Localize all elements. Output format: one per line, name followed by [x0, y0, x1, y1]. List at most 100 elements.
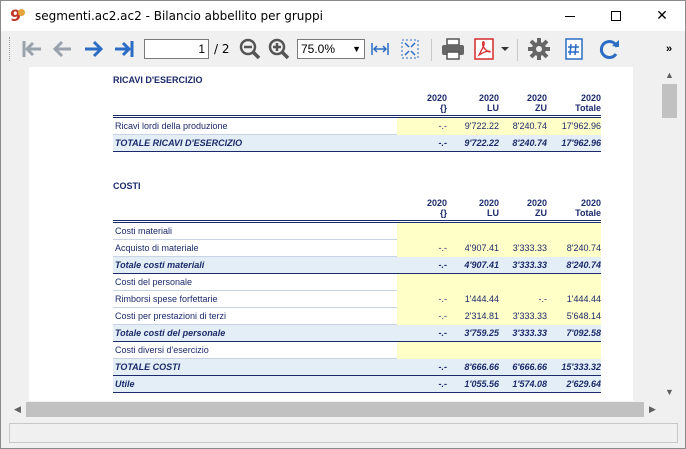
- cell-value: 8'240.74: [512, 138, 547, 148]
- total-row: Totale costi materiali -.- 4'907.41 3'333.3…: [113, 257, 601, 274]
- fit-width-icon[interactable]: [369, 37, 391, 61]
- vertical-scrollbar[interactable]: ▲ ▼: [661, 67, 678, 401]
- last-page-icon[interactable]: [113, 37, 135, 61]
- value-highlight: [397, 274, 601, 291]
- status-bar: [9, 423, 678, 443]
- toolbar-grip[interactable]: [9, 37, 12, 61]
- cell-value: -.-: [438, 138, 448, 148]
- column-headers: 2020{} 2020 LU 2020 ZU 2020 Totale: [113, 93, 601, 115]
- cell-value: 9'722.22: [464, 121, 499, 131]
- column-header: 2020 ZU: [526, 93, 547, 113]
- cell-value: -.-: [438, 294, 448, 304]
- minimize-icon: [565, 15, 575, 17]
- cell-value: 8'240.74: [566, 243, 601, 253]
- cell-value: 1'574.08: [512, 379, 547, 389]
- total-row: Totale costi del personale -.- 3'759.25 3'3…: [113, 325, 601, 342]
- horizontal-scrollbar[interactable]: ◀ ▶: [9, 401, 661, 418]
- row-label: Costi del personale: [115, 277, 193, 287]
- row-label: Utile: [115, 379, 135, 389]
- scroll-down-icon[interactable]: ▼: [661, 384, 678, 401]
- cell-value: 7'092.58: [566, 328, 601, 338]
- print-icon[interactable]: [440, 37, 466, 61]
- cell-value: 4'907.41: [464, 243, 499, 253]
- table-row: Costi del personale: [113, 274, 601, 291]
- gear-icon[interactable]: [527, 37, 551, 61]
- cell-value: 8'240.74: [512, 121, 547, 131]
- zoom-out-icon[interactable]: [238, 37, 262, 61]
- column-header: 2020 LU: [478, 93, 499, 113]
- pdf-export-icon[interactable]: [473, 37, 495, 61]
- cell-value: 3'333.33: [512, 311, 547, 321]
- maximize-icon: [611, 11, 621, 21]
- cell-value: -.-: [438, 328, 448, 338]
- cell-value: 3'333.33: [512, 328, 547, 338]
- cell-value: 8'666.66: [464, 362, 499, 372]
- cell-value: -.-: [438, 311, 448, 321]
- row-label: Totale costi del personale: [115, 328, 226, 338]
- page-number-input[interactable]: 1: [144, 39, 209, 59]
- cell-value: 8'240.74: [566, 260, 601, 270]
- cell-value: -.-: [438, 260, 448, 270]
- column-header: 2020 LU: [478, 198, 499, 218]
- scroll-up-icon[interactable]: ▲: [661, 67, 678, 84]
- minimize-button[interactable]: [547, 1, 593, 31]
- column-header: 2020{}: [426, 93, 447, 113]
- cell-value: 2'629.64: [566, 379, 601, 389]
- cell-value: 15'333.32: [561, 362, 601, 372]
- cell-value: 17'962.96: [561, 121, 601, 131]
- previous-page-icon[interactable]: [51, 37, 73, 61]
- row-label: Rimborsi spese forfettarie: [115, 294, 218, 304]
- scroll-left-icon[interactable]: ◀: [9, 401, 26, 418]
- row-label: Costi diversi d'esercizio: [115, 345, 209, 355]
- table-row: Rimborsi spese forfettarie -.- 1'444.44 -.-…: [113, 291, 601, 308]
- pdf-options-chevron-icon[interactable]: [499, 37, 511, 61]
- toolbar-separator: [431, 39, 432, 61]
- row-label: Totale costi materiali: [115, 260, 205, 270]
- zoom-in-icon[interactable]: [267, 37, 291, 61]
- cell-value: 1'055.56: [464, 379, 499, 389]
- column-header: 2020{}: [426, 198, 447, 218]
- column-headers: 2020{} 2020 LU 2020 ZU 2020 Totale: [113, 198, 601, 220]
- page-total: / 2: [214, 42, 230, 56]
- cell-value: -.-: [438, 243, 448, 253]
- fit-page-icon[interactable]: [399, 37, 421, 61]
- row-label: Costi per prestazioni di terzi: [115, 311, 227, 321]
- toolbar-overflow-button[interactable]: »: [666, 43, 672, 55]
- app-logo-icon: 9: [10, 8, 26, 24]
- toolbar-separator: [517, 39, 518, 61]
- cell-value: 5'648.14: [566, 311, 601, 321]
- cell-value: -.-: [438, 379, 448, 389]
- first-page-icon[interactable]: [21, 37, 43, 61]
- cell-value: -.-: [438, 362, 448, 372]
- maximize-button[interactable]: [593, 1, 639, 31]
- cell-value: 3'333.33: [512, 260, 547, 270]
- cell-value: 3'333.33: [512, 243, 547, 253]
- table-row: Costi diversi d'esercizio: [113, 342, 601, 359]
- total-row: TOTALE RICAVI D'ESERCIZIO -.- 9'722.22 8'24…: [113, 135, 601, 152]
- zoom-select[interactable]: 75.0% ▼: [297, 39, 365, 59]
- row-label: TOTALE RICAVI D'ESERCIZIO: [115, 138, 243, 148]
- close-icon: ✕: [656, 8, 668, 24]
- next-page-icon[interactable]: [83, 37, 105, 61]
- vertical-scroll-thumb[interactable]: [662, 84, 677, 118]
- column-header: 2020 ZU: [526, 198, 547, 218]
- row-label: TOTALE COSTI: [115, 362, 181, 372]
- window-title: segmenti.ac2.ac2 - Bilancio abbellito pe…: [35, 9, 323, 23]
- close-button[interactable]: ✕: [639, 1, 685, 31]
- app-window: 9 segmenti.ac2.ac2 - Bilancio abbellito …: [0, 0, 686, 449]
- row-label: Costi materiali: [115, 226, 173, 236]
- page-numbering-icon[interactable]: [563, 37, 585, 61]
- cell-value: 2'314.81: [464, 311, 499, 321]
- cell-value: 6'666.66: [512, 362, 547, 372]
- cell-value: -.-: [538, 294, 548, 304]
- horizontal-scroll-thumb[interactable]: [26, 402, 644, 417]
- cell-value: 4'907.41: [464, 260, 499, 270]
- scroll-right-icon[interactable]: ▶: [644, 401, 661, 418]
- document-viewport[interactable]: RICAVI D'ESERCIZIO 2020{} 2020 LU 2020 ZU …: [9, 67, 661, 401]
- section-title-ricavi: RICAVI D'ESERCIZIO: [113, 75, 203, 85]
- cell-value: 9'722.22: [464, 138, 499, 148]
- refresh-icon[interactable]: [598, 37, 622, 61]
- row-label: Acquisto di materiale: [115, 243, 199, 253]
- table-row: Costi materiali: [113, 223, 601, 240]
- row-label: Ricavi lordi della produzione: [115, 121, 228, 131]
